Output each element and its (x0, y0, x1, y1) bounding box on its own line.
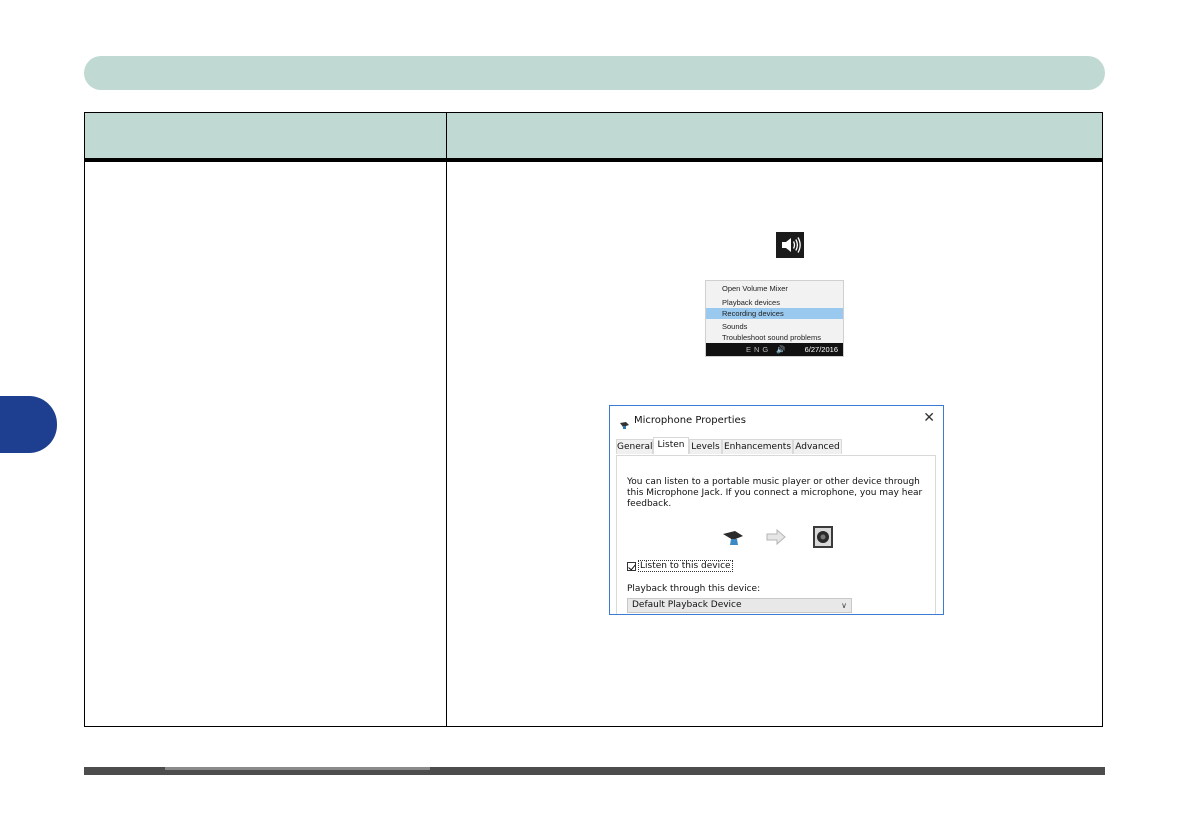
dialog-title: Microphone Properties (634, 415, 746, 426)
taskbar-strip: ENG 🔊 6/27/2016 (706, 343, 843, 356)
microphone-properties-dialog: Microphone Properties ✕ General Listen L… (609, 405, 944, 615)
arrow-right-icon (766, 528, 786, 546)
listen-checkbox[interactable] (627, 561, 636, 571)
playback-device-select[interactable]: Default Playback Device ∨ (627, 598, 852, 613)
taskbar-tray: ENG 🔊 (746, 345, 789, 354)
microphone-device-icon (723, 531, 743, 545)
close-icon[interactable]: ✕ (923, 410, 935, 426)
chapter-side-tab (0, 396, 57, 453)
footer-rule-accent (165, 767, 430, 770)
menu-item-troubleshoot[interactable]: Troubleshoot sound problems (706, 332, 843, 343)
tab-general[interactable]: General (616, 439, 653, 454)
content-table (84, 112, 1103, 727)
taskbar-date: 6/27/2016 (804, 345, 838, 354)
listen-description: You can listen to a portable music playe… (627, 477, 923, 509)
listen-checkbox-row[interactable]: Listen to this device (627, 560, 733, 572)
menu-item-open-volume-mixer[interactable]: Open Volume Mixer (706, 283, 843, 294)
speaker-device-icon (813, 526, 833, 548)
device-illustration (721, 524, 841, 550)
tab-advanced[interactable]: Advanced (793, 439, 842, 454)
sound-context-menu: Open Volume Mixer Playback devices Recor… (705, 280, 844, 357)
column-divider (446, 113, 447, 726)
listen-checkbox-label: Listen to this device (638, 560, 733, 572)
playback-device-value: Default Playback Device (632, 600, 742, 610)
chevron-down-icon: ∨ (841, 601, 847, 610)
menu-item-sounds[interactable]: Sounds (706, 321, 843, 332)
tab-listen[interactable]: Listen (653, 437, 689, 454)
microphone-icon (619, 415, 631, 429)
playback-label: Playback through this device: (627, 584, 761, 594)
tab-levels[interactable]: Levels (689, 439, 722, 454)
tab-enhancements[interactable]: Enhancements (722, 439, 793, 454)
chapter-header-bar (84, 56, 1105, 90)
menu-item-playback-devices[interactable]: Playback devices (706, 297, 843, 308)
table-header-row (85, 113, 1102, 162)
speaker-icon[interactable] (776, 232, 804, 258)
listen-panel: You can listen to a portable music playe… (616, 455, 936, 614)
menu-item-recording-devices[interactable]: Recording devices (706, 308, 843, 319)
